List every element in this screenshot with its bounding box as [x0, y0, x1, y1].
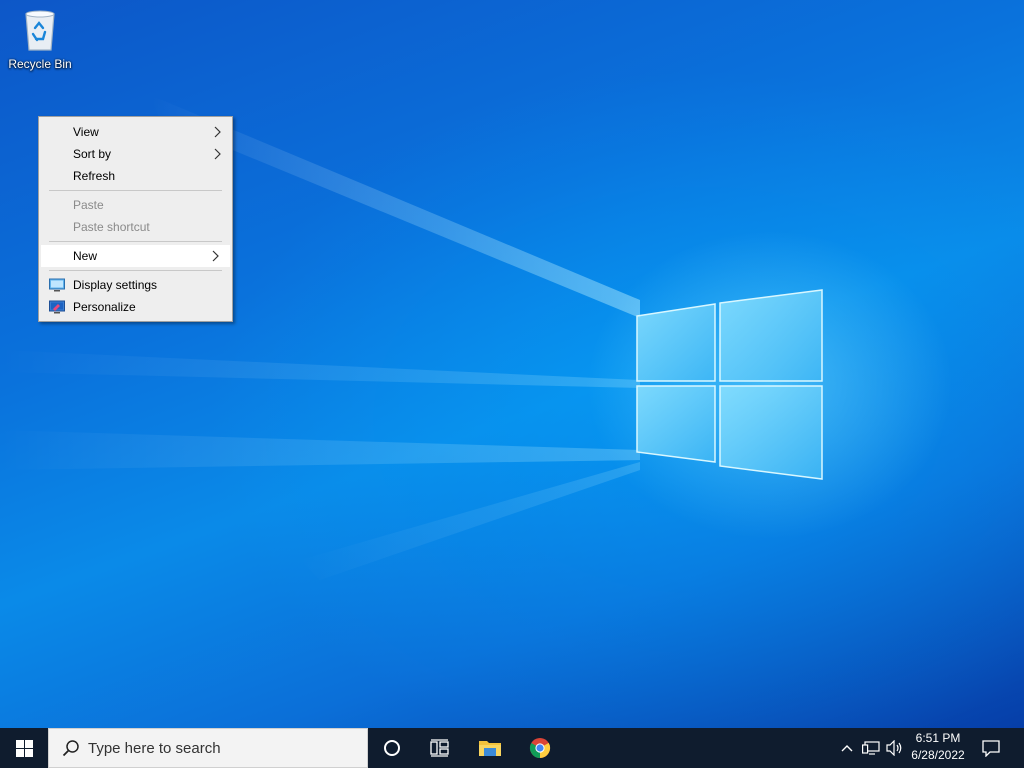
- task-view-button[interactable]: [416, 728, 464, 768]
- menu-item-view[interactable]: View: [39, 121, 232, 143]
- action-center-button[interactable]: [976, 728, 1006, 768]
- start-button[interactable]: [0, 728, 48, 768]
- chevron-right-icon: [214, 126, 221, 138]
- desktop[interactable]: Recycle Bin View Sort by Refresh Paste P…: [0, 0, 1024, 728]
- recycle-bin-shortcut[interactable]: Recycle Bin: [4, 6, 76, 71]
- task-view-icon: [430, 739, 449, 757]
- menu-item-paste-shortcut: Paste shortcut: [39, 216, 232, 238]
- taskbar: Type here to search 6:51 PM 6/28/2022: [0, 728, 1024, 768]
- display-settings-icon: [49, 278, 65, 292]
- menu-item-label: Sort by: [73, 147, 112, 161]
- show-hidden-icons-button[interactable]: [836, 728, 858, 768]
- search-placeholder: Type here to search: [88, 739, 221, 757]
- desktop-context-menu: View Sort by Refresh Paste Paste shortcu…: [38, 116, 233, 322]
- menu-item-label: New: [73, 249, 98, 263]
- cortana-circle-icon: [384, 740, 400, 756]
- menu-item-new[interactable]: New: [41, 245, 230, 267]
- cortana-button[interactable]: [368, 728, 416, 768]
- recycle-bin-icon: [25, 10, 55, 51]
- menu-separator: [49, 241, 222, 242]
- menu-item-personalize[interactable]: Personalize: [39, 296, 232, 318]
- chrome-button[interactable]: [516, 728, 564, 768]
- notification-icon: [982, 740, 1000, 757]
- menu-separator: [49, 190, 222, 191]
- wallpaper-windows-logo: [0, 95, 823, 580]
- menu-item-label: Display settings: [73, 278, 158, 292]
- menu-separator: [49, 270, 222, 271]
- menu-item-label: Refresh: [73, 169, 116, 183]
- clock[interactable]: 6:51 PM 6/28/2022: [902, 730, 974, 766]
- menu-item-sort-by[interactable]: Sort by: [39, 143, 232, 165]
- personalize-icon: [49, 300, 65, 314]
- menu-item-label: Personalize: [73, 300, 136, 314]
- menu-item-refresh[interactable]: Refresh: [39, 165, 232, 187]
- network-icon: [862, 741, 880, 755]
- file-explorer-button[interactable]: [466, 728, 514, 768]
- search-icon: [62, 740, 79, 757]
- menu-item-paste: Paste: [39, 194, 232, 216]
- menu-item-label: Paste: [73, 198, 104, 212]
- chevron-right-icon: [214, 148, 221, 160]
- menu-item-label: Paste shortcut: [73, 220, 150, 234]
- chevron-right-icon: [212, 250, 219, 262]
- recycle-bin-label: Recycle Bin: [8, 57, 72, 71]
- clock-time: 6:51 PM: [915, 731, 961, 745]
- clock-date: 6/28/2022: [911, 748, 965, 762]
- network-button[interactable]: [860, 728, 882, 768]
- menu-item-label: View: [73, 125, 99, 139]
- chevron-up-icon: [841, 745, 853, 752]
- menu-item-display-settings[interactable]: Display settings: [39, 274, 232, 296]
- windows-logo-icon: [15, 739, 33, 757]
- chrome-icon: [529, 738, 551, 759]
- folder-icon: [479, 741, 501, 756]
- taskbar-search-box[interactable]: Type here to search: [48, 728, 368, 768]
